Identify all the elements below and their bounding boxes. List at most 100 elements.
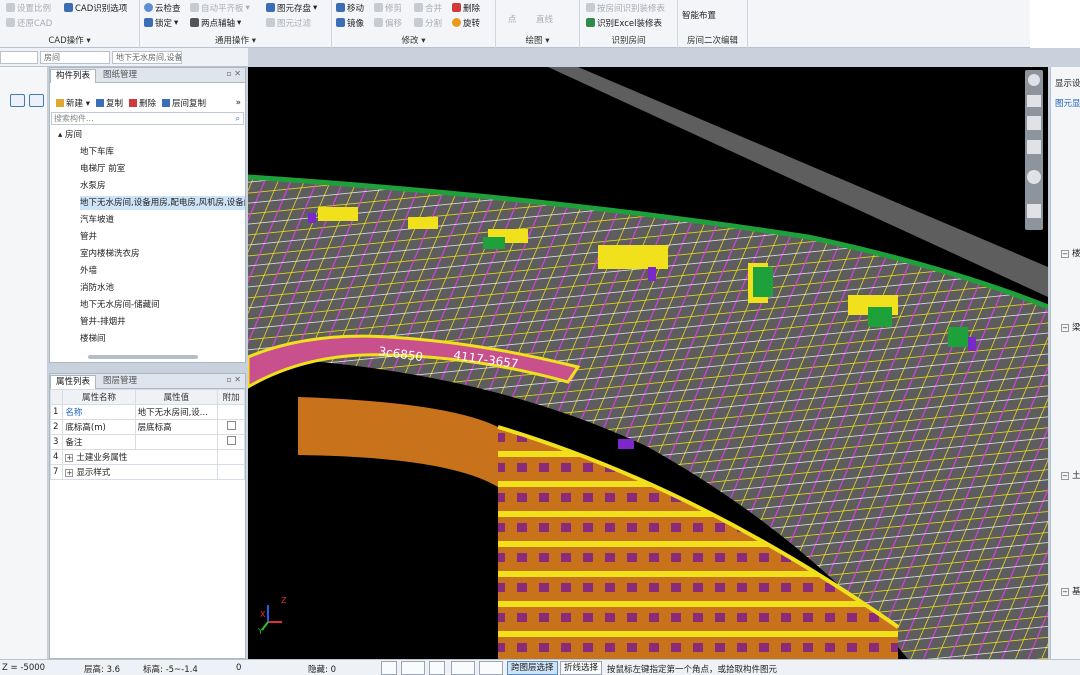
- two-point-axis-button[interactable]: 两点辅轴 ▾: [190, 16, 241, 29]
- delete-button[interactable]: 删除: [452, 1, 480, 14]
- status-bar: Z = -5000 层高: 3.6 标高: -5~-1.4 0 隐藏: 0 跨图…: [0, 659, 1080, 675]
- trim-icon: [374, 3, 383, 12]
- smart-layout-button[interactable]: 智能布置: [682, 8, 716, 21]
- fit-view-icon[interactable]: [1027, 204, 1041, 218]
- split-button[interactable]: 分割: [414, 16, 442, 29]
- property-row[interactable]: 7 + 显示样式: [49, 464, 245, 480]
- elevation: 标高: -5~-1.4: [143, 665, 198, 675]
- property-row[interactable]: 4 + 土建业务属性: [49, 449, 245, 465]
- close-icon[interactable]: ▫ ✕: [226, 375, 241, 384]
- point-button[interactable]: 点: [508, 12, 517, 25]
- tree-item[interactable]: 水泵房: [80, 179, 106, 193]
- component-search[interactable]: 搜索构件... ⌕: [51, 112, 244, 125]
- expand-icon[interactable]: +: [65, 469, 74, 477]
- header-name: 属性名称: [62, 389, 136, 405]
- tree-item[interactable]: 室内楼梯洗衣房: [80, 247, 140, 261]
- mirror-icon: [336, 18, 345, 27]
- tab-property-list[interactable]: 属性列表: [50, 375, 97, 389]
- cross-icon[interactable]: [429, 661, 445, 675]
- cad-options-button[interactable]: CAD识别选项: [64, 1, 127, 14]
- trim-button[interactable]: 修剪: [374, 1, 402, 14]
- close-icon[interactable]: ▫ ✕: [226, 69, 241, 78]
- tab-element-display[interactable]: 图元显: [1055, 97, 1080, 109]
- tree-item[interactable]: 管井-排烟井: [80, 315, 126, 329]
- save-element-button[interactable]: 图元存盘 ▾: [266, 1, 317, 14]
- rotate-icon: [452, 18, 461, 27]
- identify-by-room-button[interactable]: 按房间识别装修表: [586, 1, 665, 14]
- section-foundation[interactable]: − 基: [1061, 585, 1080, 597]
- offset-button[interactable]: 偏移: [374, 16, 402, 29]
- expand-icon[interactable]: +: [65, 454, 74, 462]
- type-select[interactable]: 房间: [40, 51, 110, 64]
- tree-item[interactable]: 楼梯间: [80, 332, 106, 346]
- 2d-view-icon[interactable]: [1027, 95, 1041, 107]
- ortho-icon[interactable]: [401, 661, 425, 675]
- filter-icon: [266, 18, 275, 27]
- property-row[interactable]: 3 备注: [49, 434, 245, 450]
- move-button[interactable]: 移动: [336, 1, 364, 14]
- section-civil[interactable]: − 土: [1061, 469, 1080, 481]
- checkbox[interactable]: [226, 421, 236, 430]
- rotate-view-icon[interactable]: [1028, 74, 1040, 86]
- tree-item[interactable]: 汽车坡道: [80, 213, 114, 227]
- tree-item-selected[interactable]: 地下无水房间,设备用房,配电房,风机房,设备间: [80, 196, 245, 210]
- more-icon[interactable]: »: [236, 98, 241, 108]
- line-button[interactable]: 直线: [536, 12, 553, 25]
- display-settings-title: 显示设: [1055, 79, 1080, 89]
- tree-root[interactable]: ▴ 房间: [58, 128, 82, 142]
- offset-icon[interactable]: [479, 661, 503, 675]
- auto-level-button[interactable]: 自动平齐板 ▾: [190, 1, 250, 14]
- tab-component-list[interactable]: 构件列表: [50, 69, 97, 83]
- set-scale-button[interactable]: 设置比例: [6, 1, 51, 14]
- room-table-icon: [586, 3, 595, 12]
- building-model: 3c6850 4117-3657 Z X Y: [248, 67, 1048, 659]
- angle-icon[interactable]: [451, 661, 475, 675]
- list-view-icon[interactable]: [10, 94, 25, 107]
- axis-x: X: [260, 610, 266, 619]
- excel-icon: [586, 18, 595, 27]
- cube-view-icon[interactable]: [1027, 140, 1041, 154]
- lock-button[interactable]: 锁定 ▾: [144, 16, 178, 29]
- property-row[interactable]: 2 底标高(m) 层底标高: [49, 419, 245, 435]
- mirror-button[interactable]: 镜像: [336, 16, 364, 29]
- component-toolbar: 新建 ▾ 复制 删除 层间复制 »: [50, 95, 245, 110]
- floor-copy-button[interactable]: 层间复制: [162, 97, 206, 109]
- tab-layer-manage[interactable]: 图层管理: [98, 375, 142, 389]
- element-filter-button[interactable]: 图元过滤: [266, 16, 311, 29]
- horizontal-scrollbar[interactable]: [88, 355, 198, 359]
- refresh-view-icon[interactable]: [1027, 170, 1041, 184]
- checkbox[interactable]: [226, 436, 236, 445]
- merge-button[interactable]: 合并: [414, 1, 442, 14]
- property-row[interactable]: 1 名称 地下无水房间,设...: [49, 404, 245, 420]
- 3d-viewport[interactable]: 3c6850 4117-3657 Z X Y: [248, 67, 1048, 659]
- property-tabs: 属性列表 图层管理 ▫ ✕: [50, 374, 245, 389]
- section-floor[interactable]: − 楼: [1061, 247, 1080, 259]
- tab-drawing-manage[interactable]: 图纸管理: [98, 69, 142, 83]
- delete-component-button[interactable]: 删除: [129, 97, 156, 109]
- component-select[interactable]: 地下无水房间,设备: [112, 51, 182, 64]
- rotate-button[interactable]: 旋转: [452, 16, 480, 29]
- restore-cad-button[interactable]: 还原CAD: [6, 16, 52, 29]
- header-extra: 附加: [217, 389, 245, 405]
- tree-item[interactable]: 地下车库: [80, 145, 114, 159]
- cross-layer-select-button[interactable]: 跨图层选择: [507, 661, 558, 675]
- polyline-select-button[interactable]: 折线选择: [560, 661, 603, 675]
- tree-item[interactable]: 地下无水房间-储藏间: [80, 298, 160, 312]
- grid-view-icon[interactable]: [29, 94, 44, 107]
- tree-item[interactable]: 管井: [80, 230, 97, 244]
- tree-item[interactable]: 电梯厅 前室: [80, 162, 125, 176]
- general-group-label: 通用操作 ▾: [215, 36, 256, 46]
- floor-select[interactable]: [0, 51, 38, 64]
- new-button[interactable]: 新建 ▾: [56, 97, 90, 109]
- tree-item[interactable]: 消防水池: [80, 281, 114, 295]
- cloud-check-button[interactable]: 云检查: [144, 1, 181, 14]
- identify-excel-button[interactable]: 识别Excel装修表: [586, 16, 662, 29]
- copy-button[interactable]: 复制: [95, 97, 123, 109]
- property-table: 属性名称 属性值 附加 1 名称 地下无水房间,设... 2 底标高(m) 层底…: [49, 389, 245, 480]
- section-beam[interactable]: − 梁: [1061, 321, 1080, 333]
- snap-icon[interactable]: [381, 661, 397, 675]
- split-icon: [414, 18, 423, 27]
- ribbon-group-room-edit: 智能布置 房间二次编辑: [678, 0, 748, 48]
- 3d-view-icon[interactable]: [1027, 116, 1041, 130]
- tree-item[interactable]: 外墙: [80, 264, 97, 278]
